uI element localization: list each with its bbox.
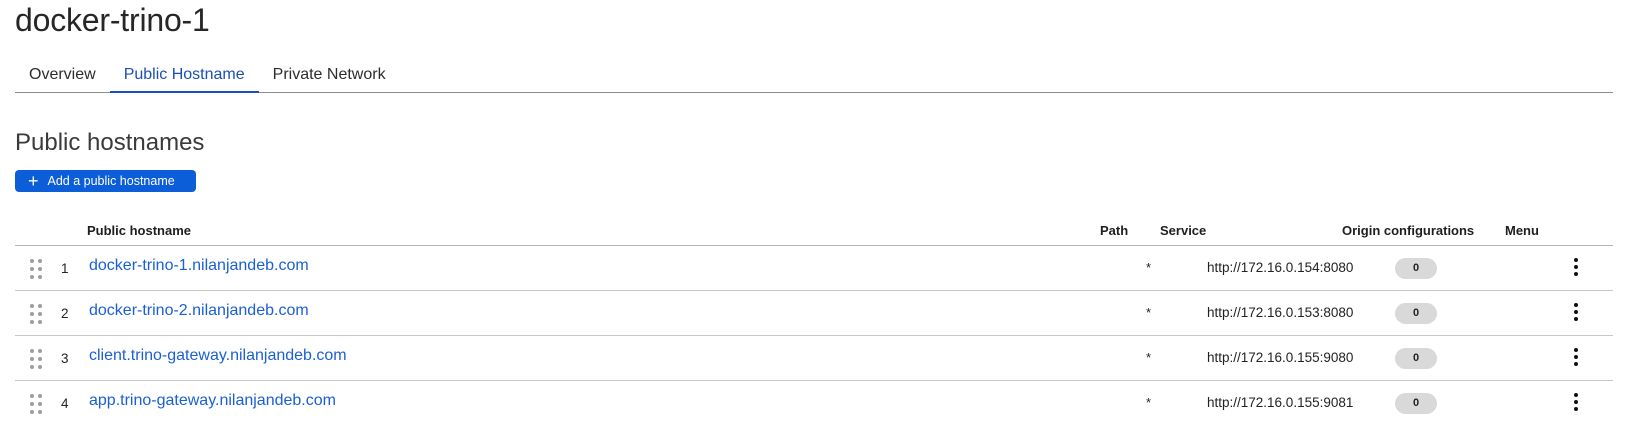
header-menu: Menu <box>1505 223 1539 238</box>
add-public-hostname-button[interactable]: + Add a public hostname <box>15 170 196 192</box>
row-index: 3 <box>61 351 69 366</box>
page: docker-trino-1 Overview Public Hostname … <box>0 0 1625 426</box>
page-title: docker-trino-1 <box>15 2 210 38</box>
hostname-link[interactable]: client.trino-gateway.nilanjandeb.com <box>89 347 347 365</box>
origin-count-badge: 0 <box>1395 393 1437 414</box>
row-service: http://172.16.0.155:9081 <box>1207 395 1354 410</box>
table-row: 4 app.trino-gateway.nilanjandeb.com * ht… <box>15 381 1613 426</box>
hostnames-table: Public hostname Path Service Origin conf… <box>15 214 1613 426</box>
hostname-link[interactable]: app.trino-gateway.nilanjandeb.com <box>89 392 336 410</box>
header-origin-configurations: Origin configurations <box>1342 223 1475 238</box>
hostname-link[interactable]: docker-trino-1.nilanjandeb.com <box>89 257 309 275</box>
section-title: Public hostnames <box>15 129 205 156</box>
row-service: http://172.16.0.153:8080 <box>1207 305 1354 320</box>
drag-handle-icon[interactable] <box>30 304 42 324</box>
row-index: 4 <box>61 396 69 411</box>
origin-count-badge: 0 <box>1395 348 1437 369</box>
header-public-hostname: Public hostname <box>87 223 192 238</box>
table-row: 1 docker-trino-1.nilanjandeb.com * http:… <box>15 246 1613 291</box>
table-row: 3 client.trino-gateway.nilanjandeb.com *… <box>15 336 1613 381</box>
drag-handle-icon[interactable] <box>30 259 42 279</box>
row-path: * <box>1146 305 1152 320</box>
kebab-menu-icon[interactable] <box>1571 348 1581 368</box>
row-service: http://172.16.0.154:8080 <box>1207 260 1354 275</box>
origin-count-badge: 0 <box>1395 258 1437 279</box>
tab-private-network[interactable]: Private Network <box>259 58 400 93</box>
table-header: Public hostname Path Service Origin conf… <box>15 214 1613 246</box>
add-button-label: Add a public hostname <box>47 174 175 188</box>
tab-overview[interactable]: Overview <box>15 58 110 93</box>
drag-handle-icon[interactable] <box>30 394 42 414</box>
plus-icon: + <box>28 171 39 191</box>
kebab-menu-icon[interactable] <box>1571 303 1581 323</box>
kebab-menu-icon[interactable] <box>1571 393 1581 413</box>
header-path: Path <box>1100 223 1129 238</box>
drag-handle-icon[interactable] <box>30 349 42 369</box>
tab-bar: Overview Public Hostname Private Network <box>15 58 1613 93</box>
table-row: 2 docker-trino-2.nilanjandeb.com * http:… <box>15 291 1613 336</box>
row-path: * <box>1146 350 1152 365</box>
row-index: 2 <box>61 306 69 321</box>
row-index: 1 <box>61 261 69 276</box>
hostname-link[interactable]: docker-trino-2.nilanjandeb.com <box>89 302 309 320</box>
tab-public-hostname[interactable]: Public Hostname <box>109 58 259 93</box>
origin-count-badge: 0 <box>1395 303 1437 324</box>
kebab-menu-icon[interactable] <box>1571 258 1581 278</box>
row-service: http://172.16.0.155:9080 <box>1207 350 1354 365</box>
header-service: Service <box>1160 223 1207 238</box>
row-path: * <box>1146 260 1152 275</box>
row-path: * <box>1146 395 1152 410</box>
